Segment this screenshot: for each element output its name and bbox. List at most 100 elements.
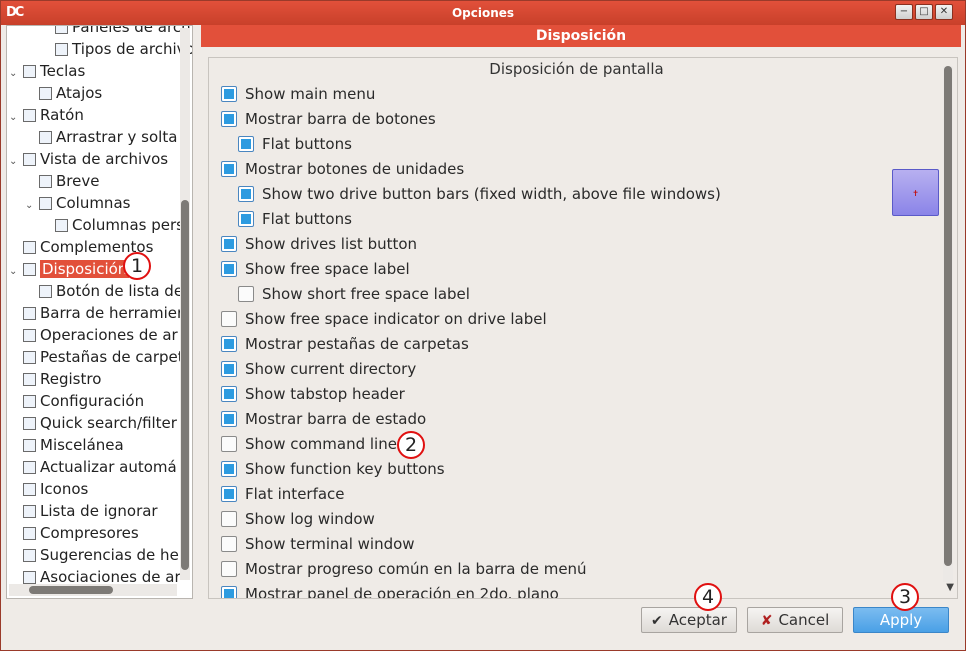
option-checkbox-row[interactable]: Show function key buttons	[221, 458, 445, 480]
option-checkbox[interactable]	[221, 486, 237, 502]
tree-item[interactable]: Columnas pers	[41, 214, 184, 236]
option-checkbox-row[interactable]: Show current directory	[221, 358, 416, 380]
tree-item[interactable]: Miscelánea	[9, 434, 124, 456]
accept-button[interactable]: ✔ Aceptar	[641, 607, 737, 633]
options-tree[interactable]: Asociaciones de ar Sugerencias de her Comp…	[6, 25, 193, 599]
option-checkbox[interactable]	[221, 86, 237, 102]
expand-arrow-icon[interactable]: ⌄	[9, 261, 23, 283]
tree-item[interactable]: ⌄ Teclas	[9, 60, 85, 82]
option-checkbox-row[interactable]: Show free space label	[221, 258, 410, 280]
tree-item[interactable]: ⌄ Vista de archivos	[9, 148, 168, 170]
title-bar[interactable]: DC Opciones − □ ✕	[1, 1, 965, 25]
tree-item[interactable]: Configuración	[9, 390, 144, 412]
option-checkbox-row[interactable]: Mostrar barra de estado	[221, 408, 426, 430]
option-checkbox[interactable]	[221, 411, 237, 427]
tree-item[interactable]: Botón de lista de	[25, 280, 183, 302]
option-checkbox-row[interactable]: Flat buttons	[238, 208, 352, 230]
option-checkbox-row[interactable]: Show two drive button bars (fixed width,…	[238, 183, 721, 205]
tree-vertical-scrollbar[interactable]	[180, 28, 190, 580]
option-checkbox-row[interactable]: Mostrar barra de botones	[221, 108, 436, 130]
option-checkbox[interactable]	[221, 111, 237, 127]
option-checkbox-row[interactable]: Mostrar progreso común en la barra de me…	[221, 558, 587, 580]
option-label: Show command line	[245, 435, 397, 453]
close-button[interactable]: ✕	[935, 4, 953, 20]
option-checkbox-row[interactable]: Show terminal window	[221, 533, 415, 555]
option-checkbox[interactable]	[221, 336, 237, 352]
scroll-down-arrow-icon[interactable]: ▼	[946, 582, 954, 593]
cancel-button[interactable]: ✘ Cancel	[747, 607, 843, 633]
tree-item[interactable]: Quick search/filter	[9, 412, 177, 434]
content-vertical-scroll-thumb[interactable]	[944, 66, 952, 566]
option-label: Mostrar panel de operación en 2do. plano	[245, 585, 559, 599]
expand-arrow-icon[interactable]: ⌄	[9, 107, 23, 129]
tree-item[interactable]: Tipos de archivo	[41, 38, 193, 60]
tree-item-label: Pestañas de carpet	[40, 348, 184, 366]
option-checkbox-row[interactable]: Flat buttons	[238, 133, 352, 155]
option-label: Show main menu	[245, 85, 376, 103]
layout-options-panel: Disposición de pantalla ▼ Show main menu…	[208, 57, 958, 599]
option-checkbox[interactable]	[221, 386, 237, 402]
option-checkbox-row[interactable]: Show main menu	[221, 83, 375, 105]
tree-item[interactable]: Barra de herramier	[9, 302, 183, 324]
expand-arrow-icon[interactable]: ⌄	[9, 151, 23, 173]
tree-item[interactable]: Operaciones de ar	[9, 324, 178, 346]
option-checkbox[interactable]	[221, 561, 237, 577]
maximize-button[interactable]: □	[915, 4, 933, 20]
option-checkbox[interactable]	[221, 311, 237, 327]
tree-item[interactable]: Lista de ignorar	[9, 500, 158, 522]
option-checkbox[interactable]	[221, 236, 237, 252]
ignore-icon	[23, 505, 36, 518]
tree-item-label: Tipos de archivo	[72, 40, 193, 58]
tree-item[interactable]: Sugerencias de her	[9, 544, 185, 566]
tree-item[interactable]: ⌄ Ratón	[9, 104, 84, 126]
option-label: Show tabstop header	[245, 385, 405, 403]
option-checkbox-row[interactable]: Show short free space label	[238, 283, 470, 305]
tree-item[interactable]: Atajos	[25, 82, 102, 104]
tree-item[interactable]: ⌄ Disposición	[9, 258, 130, 283]
option-checkbox-row[interactable]: Mostrar panel de operación en 2do. plano	[221, 583, 559, 599]
tree-vertical-scroll-thumb[interactable]	[181, 200, 189, 570]
option-checkbox[interactable]	[221, 511, 237, 527]
tree-item[interactable]: ⌄ Columnas	[25, 192, 130, 214]
option-checkbox-row[interactable]: Flat interface	[221, 483, 345, 505]
tree-item[interactable]: Iconos	[9, 478, 88, 500]
tree-item[interactable]: Pestañas de carpet	[9, 346, 184, 368]
option-label: Mostrar barra de estado	[245, 410, 427, 428]
tree-item[interactable]: Actualizar automá	[9, 456, 177, 478]
option-label: Flat interface	[245, 485, 345, 503]
option-checkbox[interactable]	[221, 261, 237, 277]
option-checkbox-row[interactable]: Show log window	[221, 508, 375, 530]
option-checkbox[interactable]	[221, 586, 237, 598]
expand-arrow-icon[interactable]: ⌄	[9, 63, 23, 85]
plugin-icon	[23, 241, 36, 254]
tree-item[interactable]: Compresores	[9, 522, 139, 544]
option-checkbox[interactable]	[221, 361, 237, 377]
tree-item[interactable]: Breve	[25, 170, 99, 192]
option-checkbox-row[interactable]: Show tabstop header	[221, 383, 405, 405]
annotation-badge-4: 4	[694, 583, 722, 611]
option-checkbox-row[interactable]: Mostrar botones de unidades	[221, 158, 464, 180]
apply-button[interactable]: Apply	[853, 607, 949, 633]
tree-item-label: Registro	[40, 370, 102, 388]
minimize-button[interactable]: −	[895, 4, 913, 20]
option-checkbox[interactable]	[238, 186, 254, 202]
option-checkbox-row[interactable]: Show drives list button	[221, 233, 417, 255]
tree-horizontal-scrollbar[interactable]	[9, 584, 177, 596]
expand-arrow-icon[interactable]: ⌄	[25, 195, 39, 217]
tree-item[interactable]: Paneles de archi	[41, 26, 192, 38]
option-checkbox[interactable]	[238, 136, 254, 152]
tree-horizontal-scroll-thumb[interactable]	[29, 586, 113, 594]
option-checkbox[interactable]	[238, 211, 254, 227]
option-checkbox-row[interactable]: Mostrar pestañas de carpetas	[221, 333, 469, 355]
option-checkbox[interactable]	[221, 436, 237, 452]
option-checkbox[interactable]	[238, 286, 254, 302]
option-checkbox-row[interactable]: Show command line	[221, 433, 397, 455]
tree-item[interactable]: Arrastrar y solta	[25, 126, 177, 148]
option-checkbox-row[interactable]: Show free space indicator on drive label	[221, 308, 547, 330]
option-checkbox[interactable]	[221, 161, 237, 177]
option-checkbox[interactable]	[221, 461, 237, 477]
option-checkbox[interactable]	[221, 536, 237, 552]
check-icon: ✔	[651, 613, 663, 629]
content-vertical-scrollbar[interactable]	[943, 66, 953, 582]
tree-item[interactable]: Registro	[9, 368, 101, 390]
